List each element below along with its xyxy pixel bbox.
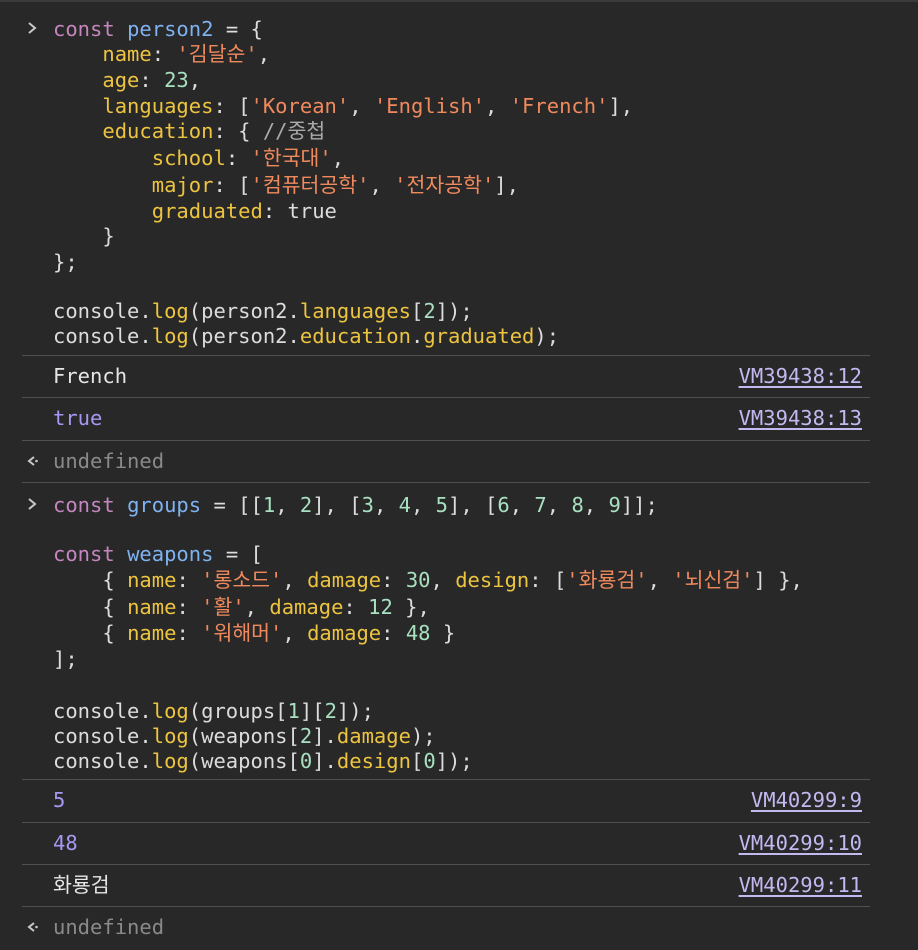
console-separator — [22, 482, 870, 483]
console-return-row: undefined — [22, 441, 870, 482]
code-line[interactable]: console.log(groups[1][2]); — [53, 698, 374, 724]
code-line[interactable]: const person2 = { — [53, 16, 263, 42]
chevron-right-icon — [20, 492, 44, 518]
source-link[interactable]: VM40299:11 — [739, 872, 862, 898]
source-link[interactable]: VM39438:13 — [739, 405, 862, 431]
code-line[interactable]: education: { //중첩 — [53, 118, 325, 144]
code-line[interactable]: graduated: true — [53, 198, 337, 224]
return-arrow-icon — [20, 915, 44, 941]
code-line[interactable]: major: ['컴퓨터공학', '전자공학'], — [53, 172, 519, 198]
return-value: undefined — [53, 915, 165, 939]
code-line[interactable]: { name: '워해머', damage: 48 } — [53, 620, 455, 646]
code-line[interactable]: age: 23, — [53, 67, 201, 93]
code-line[interactable]: } — [53, 223, 114, 249]
code-line[interactable]: }; — [53, 249, 78, 275]
return-arrow-icon — [20, 449, 44, 475]
console-return-row: undefined — [22, 907, 870, 948]
source-link[interactable]: VM40299:10 — [739, 830, 862, 856]
log-output-value: 화룡검 — [53, 873, 110, 897]
code-line[interactable]: languages: ['Korean', 'English', 'French… — [53, 93, 633, 119]
code-line[interactable]: console.log(person2.education.graduated)… — [53, 323, 559, 349]
source-link[interactable]: VM40299:9 — [751, 787, 862, 813]
code-line[interactable]: ]; — [53, 646, 78, 672]
code-line[interactable]: const weapons = [ — [53, 541, 263, 567]
console-log-row: 화룡검 VM40299:11 — [22, 865, 870, 906]
code-line[interactable]: const groups = [[1, 2], [3, 4, 5], [6, 7… — [53, 492, 658, 518]
return-value: undefined — [53, 449, 165, 473]
console-top-border — [0, 0, 918, 2]
log-output-value: 48 — [53, 831, 78, 855]
log-output-value: true — [53, 406, 103, 430]
code-line[interactable]: name: '김달순', — [53, 41, 270, 67]
code-line[interactable]: console.log(weapons[2].damage); — [53, 723, 436, 749]
log-output-value: 5 — [53, 788, 66, 812]
console-log-row: 5 VM40299:9 — [22, 780, 870, 821]
log-output-value: French — [53, 364, 128, 388]
code-line[interactable]: { name: '활', damage: 12 }, — [53, 594, 429, 620]
chevron-right-icon — [20, 16, 44, 42]
code-line[interactable]: console.log(weapons[0].design[0]); — [53, 748, 473, 774]
console-log-row: 48 VM40299:10 — [22, 823, 870, 864]
code-line[interactable]: console.log(person2.languages[2]); — [53, 298, 473, 324]
source-link[interactable]: VM39438:12 — [739, 363, 862, 389]
console-log-row: French VM39438:12 — [22, 356, 870, 397]
console-log-row: true VM39438:13 — [22, 398, 870, 439]
code-line[interactable]: { name: '롱소드', damage: 30, design: ['화룡검… — [53, 567, 803, 593]
code-line[interactable]: school: '한국대', — [53, 145, 344, 171]
